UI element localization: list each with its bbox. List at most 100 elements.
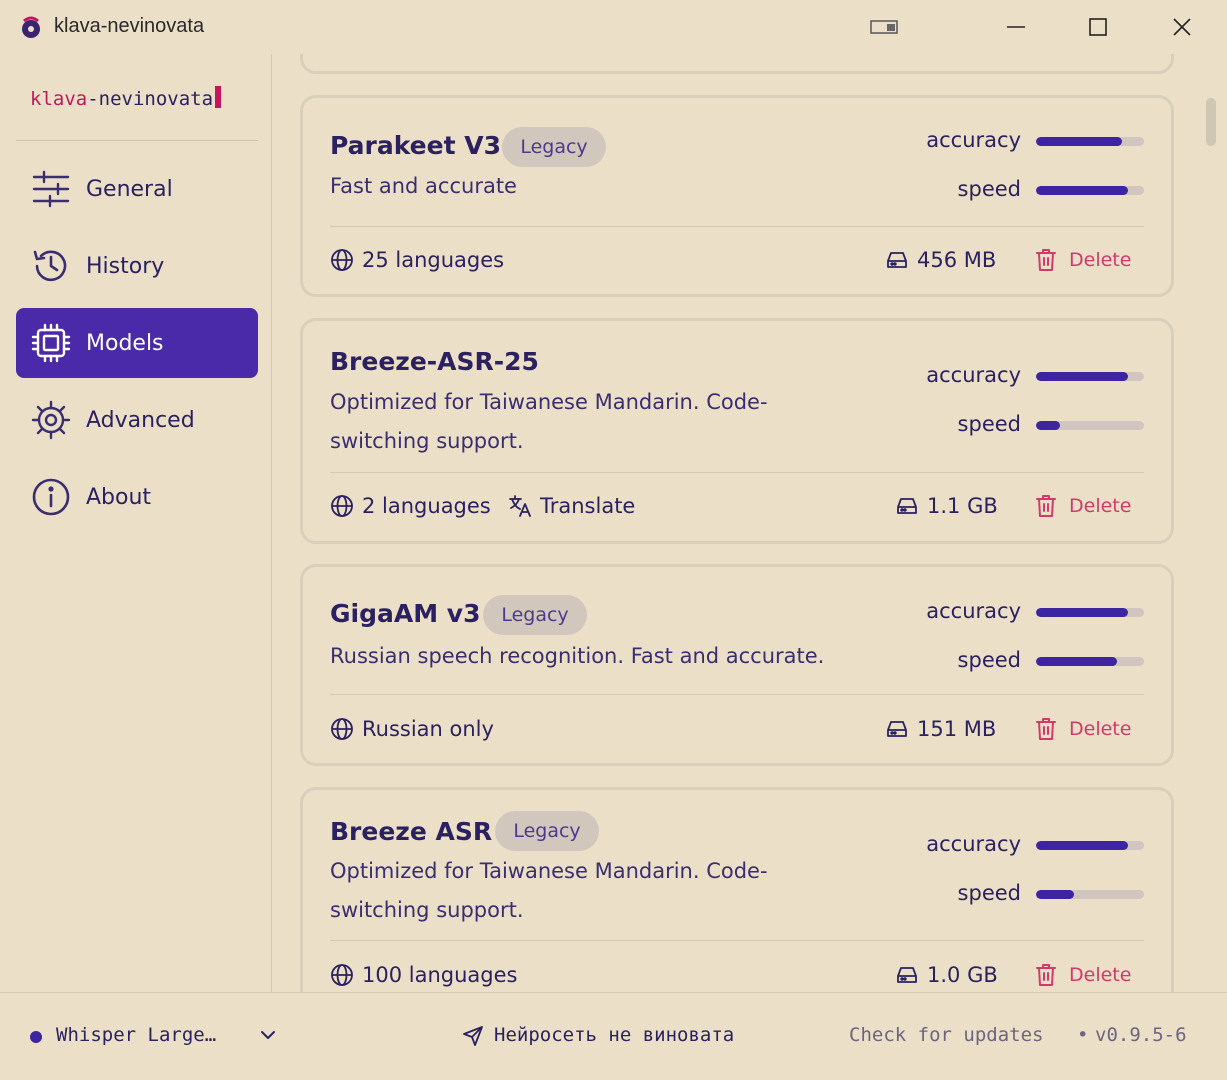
accuracy-label: accuracy (926, 128, 1021, 152)
title-bar: klava-nevinovata (0, 0, 1227, 54)
model-description: Optimized for Taiwanese Mandarin. Code-s… (330, 390, 768, 453)
languages-info: 2 languages (330, 494, 491, 518)
trash-icon (1036, 249, 1056, 271)
model-name: Breeze-ASR-25 (330, 347, 539, 376)
speed-bar-fill (1036, 890, 1074, 899)
speed-label: speed (957, 881, 1021, 905)
accuracy-label: accuracy (926, 832, 1021, 856)
brand-divider (16, 140, 258, 141)
languages-info: 100 languages (330, 963, 517, 987)
accuracy-label: accuracy (926, 363, 1021, 387)
delete-button[interactable]: Delete (1035, 963, 1131, 987)
speed-label: speed (957, 648, 1021, 672)
accuracy-bar-fill (1036, 372, 1128, 381)
accuracy-bar (1036, 841, 1144, 850)
model-description: Optimized for Taiwanese Mandarin. Code-s… (330, 859, 768, 922)
model-card[interactable]: Breeze ASR Legacy Optimized for Taiwanes… (300, 787, 1174, 992)
check-updates-link[interactable]: Check for updates (849, 1024, 1043, 1046)
accuracy-bar-fill (1036, 137, 1123, 146)
model-description: Fast and accurate (330, 174, 517, 198)
size-text: 151 MB (917, 717, 997, 741)
model-name: Parakeet V3 (330, 131, 501, 160)
sidebar-item-models[interactable]: Models (16, 308, 258, 378)
overlay-button[interactable] (854, 0, 914, 54)
cpu-icon (30, 322, 72, 364)
sidebar-item-about[interactable]: About (16, 462, 258, 532)
model-name: GigaAM v3 (330, 599, 481, 628)
globe-icon (331, 964, 353, 986)
current-model-select[interactable]: Whisper Large… (56, 1024, 216, 1046)
close-button[interactable] (1152, 0, 1212, 54)
disk-icon (897, 498, 917, 514)
card-divider (330, 472, 1144, 473)
delete-label: Delete (1069, 718, 1132, 740)
version-label: v0.9.5-6 (1095, 1024, 1187, 1046)
window-title: klava-nevinovata (54, 15, 205, 37)
status-bar: Whisper Large… Нейросеть не виновата Che… (0, 992, 1227, 1080)
model-card[interactable]: GigaAM v3 Legacy Russian speech recognit… (300, 564, 1174, 766)
brand-part-1: klava (30, 88, 88, 110)
disk-icon (887, 721, 907, 737)
sidebar-nav: General History Models Advanced About (16, 154, 258, 539)
accuracy-bar-fill (1036, 608, 1128, 617)
info-icon (30, 476, 72, 518)
size-info: 1.1 GB (895, 494, 998, 518)
translate-text: Translate (540, 494, 636, 518)
size-text: 456 MB (917, 248, 997, 272)
accuracy-bar (1036, 137, 1144, 146)
card-divider (330, 940, 1144, 941)
sliders-icon (30, 168, 72, 210)
footer-separator: • (1077, 1024, 1089, 1046)
legacy-badge: Legacy (483, 595, 587, 635)
model-card[interactable]: Breeze-ASR-25 Optimized for Taiwanese Ma… (300, 318, 1174, 544)
sidebar-item-advanced[interactable]: Advanced (16, 385, 258, 455)
speed-bar-fill (1036, 657, 1117, 666)
sidebar-item-general[interactable]: General (16, 154, 258, 224)
globe-icon (331, 718, 353, 740)
models-list[interactable]: Parakeet V3 Legacy Fast and accurate acc… (273, 54, 1227, 992)
chevron-down-icon[interactable] (260, 1029, 276, 1041)
speed-bar-fill (1036, 186, 1128, 195)
accuracy-bar (1036, 372, 1144, 381)
delete-button[interactable]: Delete (1035, 248, 1131, 272)
sidebar: klava-nevinovata General History Models … (0, 54, 272, 992)
accuracy-bar (1036, 608, 1144, 617)
trash-icon (1036, 495, 1056, 517)
sidebar-item-label: Advanced (86, 407, 195, 433)
card-divider (330, 226, 1144, 227)
maximize-button[interactable] (1068, 0, 1128, 54)
accuracy-label: accuracy (926, 599, 1021, 623)
size-text: 1.0 GB (927, 963, 998, 987)
globe-icon (331, 249, 353, 271)
legacy-badge: Legacy (502, 127, 606, 167)
speed-bar (1036, 186, 1144, 195)
accuracy-bar-fill (1036, 841, 1128, 850)
scrollbar-thumb[interactable] (1206, 98, 1216, 146)
sidebar-item-history[interactable]: History (16, 231, 258, 301)
close-icon (1173, 18, 1191, 36)
speed-bar (1036, 890, 1144, 899)
languages-text: 100 languages (362, 963, 518, 987)
sidebar-item-label: History (86, 253, 165, 279)
legacy-badge: Legacy (495, 811, 599, 851)
size-info: 151 MB (885, 717, 996, 741)
languages-info: Russian only (330, 717, 494, 741)
speed-bar (1036, 657, 1144, 666)
brand-part-2: -nevinovata (87, 88, 214, 110)
size-info: 1.0 GB (895, 963, 998, 987)
model-card[interactable]: Parakeet V3 Legacy Fast and accurate acc… (300, 95, 1174, 297)
minimize-button[interactable] (986, 0, 1046, 54)
delete-label: Delete (1069, 249, 1132, 271)
trash-icon (1036, 718, 1056, 740)
speed-label: speed (957, 412, 1021, 436)
minimize-icon (1007, 26, 1025, 28)
delete-button[interactable]: Delete (1035, 717, 1131, 741)
sidebar-item-label: About (86, 484, 152, 510)
disk-icon (897, 967, 917, 983)
globe-icon (331, 495, 353, 517)
delete-button[interactable]: Delete (1035, 494, 1131, 518)
model-card-partial (300, 54, 1174, 74)
speed-bar (1036, 421, 1144, 430)
brand-logo: klava-nevinovata (30, 86, 222, 110)
languages-text: 2 languages (362, 494, 491, 518)
